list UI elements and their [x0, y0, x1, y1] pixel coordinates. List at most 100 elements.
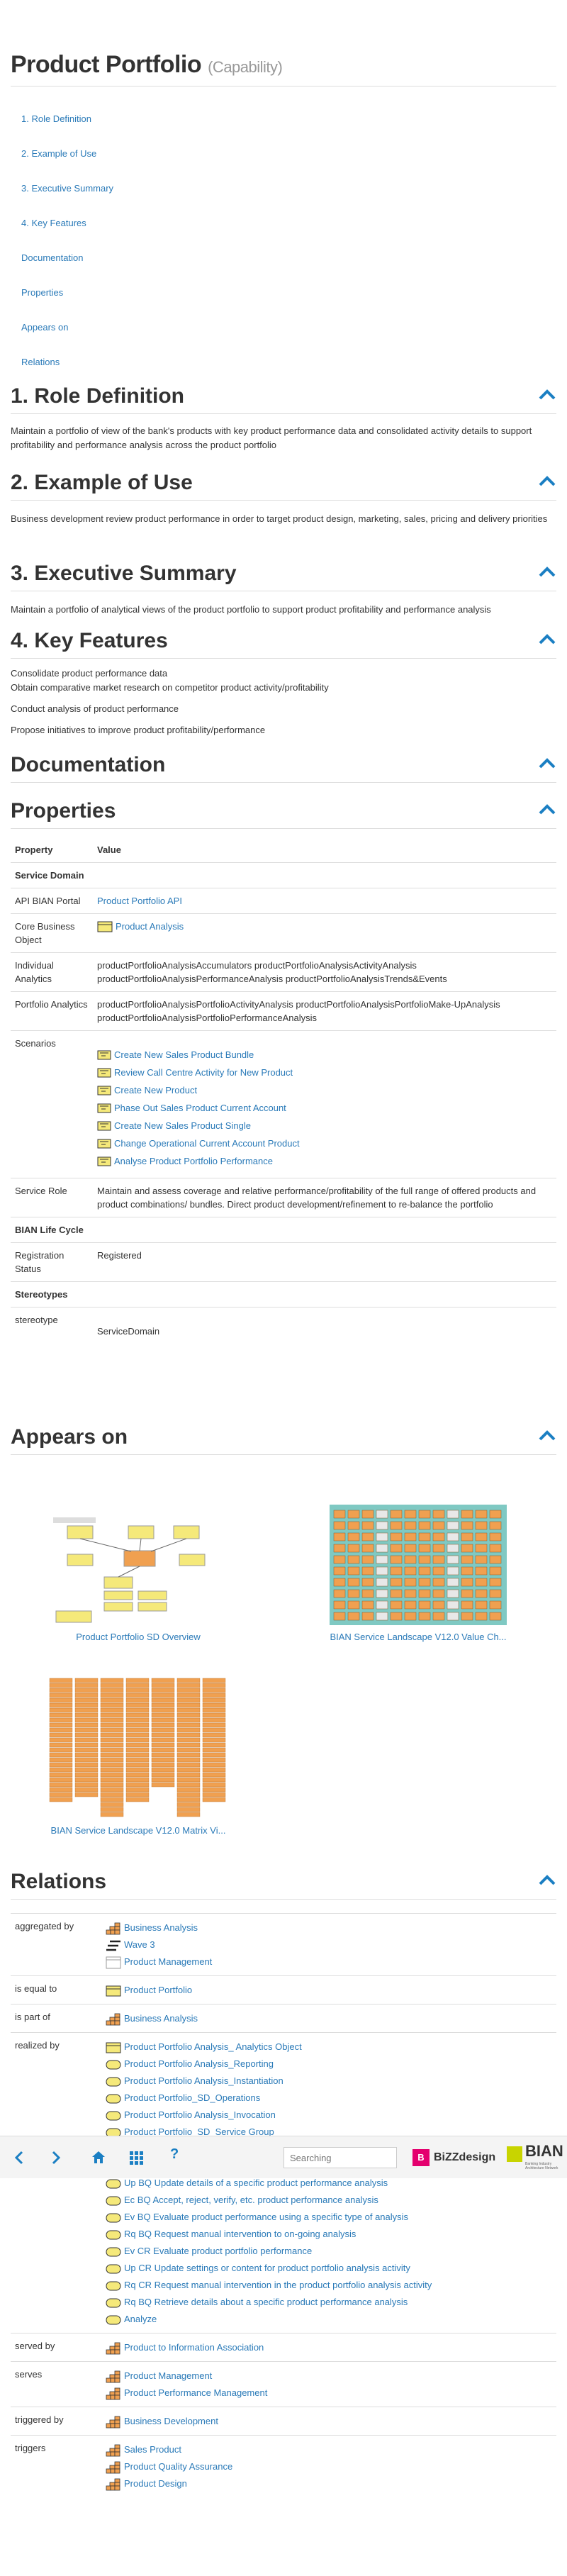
home-icon[interactable]	[91, 2149, 106, 2165]
matrix-cell	[151, 1782, 175, 1788]
toc-link-role[interactable]: 1. Role Definition	[21, 113, 113, 148]
api-portal-link[interactable]: Product Portfolio API	[97, 896, 182, 906]
relation-target-link[interactable]: Product Quality Assurance	[124, 2461, 232, 2472]
matrix-cell	[151, 1707, 175, 1713]
toc-link-summary[interactable]: 3. Executive Summary	[21, 183, 113, 218]
relation-target-link[interactable]: Product Portfolio Analysis_ Analytics Ob…	[124, 2041, 302, 2052]
matrix-cell	[74, 1782, 99, 1788]
matrix-cell	[100, 1727, 124, 1733]
scenario-link[interactable]: Review Call Centre Activity for New Prod…	[114, 1067, 293, 1078]
relation-target-link[interactable]: Ev CR Evaluate product portfolio perform…	[124, 2246, 312, 2256]
relation-target-link[interactable]: Product Management	[124, 1956, 212, 1967]
view-card-title[interactable]: BIAN Service Landscape V12.0 Matrix Vi..…	[51, 1825, 226, 1836]
relation-target-link[interactable]: Business Development	[124, 2416, 218, 2426]
relation-target-link[interactable]: Rq CR Request manual intervention in the…	[124, 2280, 432, 2290]
relation-target-link[interactable]: Analyze	[124, 2314, 157, 2324]
scenario-link[interactable]: Analyse Product Portfolio Performance	[114, 1156, 273, 1166]
relation-target-link[interactable]: Business Analysis	[124, 1922, 198, 1933]
matrix-cell	[100, 1782, 124, 1788]
chevron-up-icon[interactable]	[538, 474, 556, 488]
search-input[interactable]	[284, 2147, 397, 2168]
section-title: 2. Example of Use	[11, 471, 193, 494]
view-card-matrix[interactable]: BIAN Service Landscape V12.0 Matrix Vi..…	[43, 1677, 234, 1836]
property-key: Individual Analytics	[11, 952, 93, 991]
business-service-icon	[106, 2264, 121, 2274]
relation-target-link[interactable]: Product Portfolio Analysis_Reporting	[124, 2058, 274, 2069]
view-card-overview[interactable]: Product Portfolio SD Overview	[53, 1512, 223, 1642]
toc-link-features[interactable]: 4. Key Features	[21, 218, 113, 252]
view-card-value-chain[interactable]: BIAN Service Landscape V12.0 Value Ch...	[330, 1505, 507, 1642]
matrix-cell	[100, 1717, 124, 1723]
chevron-up-icon[interactable]	[538, 756, 556, 770]
relation-targets: Business Analysis Wave 3 Product Managemen…	[106, 1919, 212, 1970]
matrix-cell	[151, 1702, 175, 1708]
toc-link-documentation[interactable]: Documentation	[21, 252, 113, 287]
matrix-cell	[100, 1767, 124, 1773]
chevron-up-icon[interactable]	[538, 387, 556, 401]
relation-target-link[interactable]: Product Design	[124, 2478, 187, 2489]
relation-target: Business Analysis	[106, 2010, 198, 2027]
landscape-cell	[333, 1600, 346, 1610]
relation-target-link[interactable]: Product Portfolio Analysis_Instantiation	[124, 2075, 284, 2086]
scenario-link[interactable]: Change Operational Current Account Produ…	[114, 1138, 300, 1149]
relation-target-link[interactable]: Product Portfolio	[124, 1985, 192, 1995]
chevron-up-icon[interactable]	[538, 564, 556, 579]
landscape-cell	[376, 1532, 388, 1541]
relation-target-link[interactable]: Product Portfolio_SD_Operations	[124, 2092, 260, 2103]
chevron-up-icon[interactable]	[538, 1873, 556, 1887]
matrix-cell	[125, 1717, 150, 1723]
chevron-up-icon[interactable]	[538, 632, 556, 646]
matrix-cell	[176, 1697, 201, 1703]
relation-target-link[interactable]: Product Portfolio Analysis_Invocation	[124, 2109, 276, 2120]
chevron-up-icon[interactable]	[538, 802, 556, 816]
scenario-link[interactable]: Create New Sales Product Bundle	[114, 1049, 254, 1060]
matrix-cell	[202, 1737, 226, 1743]
scenario-item: Create New Product	[97, 1083, 552, 1101]
landscape-cell	[347, 1555, 360, 1564]
relation-target-link[interactable]: Up BQ Update details of a specific produ…	[124, 2178, 388, 2188]
matrix-cell	[100, 1787, 124, 1792]
landscape-cell	[432, 1566, 445, 1576]
relation-target-link[interactable]: Ev BQ Evaluate product performance using…	[124, 2212, 408, 2222]
toc-link-appears[interactable]: Appears on	[21, 322, 113, 357]
business-event-icon	[97, 1139, 111, 1149]
relation-target-link[interactable]: Sales Product	[124, 2444, 181, 2455]
relation-type: served by	[15, 2341, 55, 2351]
relation-target-link[interactable]: Business Analysis	[124, 2013, 198, 2024]
scenario-link[interactable]: Phase Out Sales Product Current Account	[114, 1103, 286, 1113]
matrix-cell	[151, 1678, 175, 1683]
matrix-cell	[74, 1752, 99, 1758]
relation-target-link[interactable]: Rq BQ Request manual intervention to on-…	[124, 2229, 356, 2239]
toc-link-properties[interactable]: Properties	[21, 287, 113, 322]
core-business-object-link[interactable]: Product Analysis	[116, 921, 184, 932]
scenario-link[interactable]: Create New Sales Product Single	[114, 1120, 251, 1131]
relation-target-link[interactable]: Product to Information Association	[124, 2342, 264, 2353]
matrix-cell	[151, 1697, 175, 1703]
help-icon[interactable]: ?	[170, 2146, 179, 2163]
forward-arrow-icon[interactable]	[51, 2151, 61, 2165]
back-arrow-icon[interactable]	[14, 2151, 24, 2165]
landscape-cell	[361, 1612, 374, 1621]
relation-target-link[interactable]: Up CR Update settings or content for pro…	[124, 2263, 410, 2273]
capability-icon	[106, 1922, 120, 1934]
grid-menu-icon[interactable]	[129, 2151, 143, 2165]
relation-target-link[interactable]: Product Management	[124, 2370, 212, 2381]
landscape-cell	[333, 1578, 346, 1587]
section-title: 4. Key Features	[11, 629, 168, 652]
toc-link-example[interactable]: 2. Example of Use	[21, 148, 113, 183]
relation-target-link[interactable]: Product Performance Management	[124, 2387, 267, 2398]
view-card-title[interactable]: BIAN Service Landscape V12.0 Value Ch...	[330, 1632, 506, 1642]
section-title: 3. Executive Summary	[11, 562, 237, 585]
matrix-cell	[74, 1762, 99, 1768]
scenario-item: Review Call Centre Activity for New Prod…	[97, 1066, 552, 1083]
relation-target-link[interactable]: Ec BQ Accept, reject, verify, etc. produ…	[124, 2195, 378, 2205]
chevron-up-icon[interactable]	[538, 1428, 556, 1442]
matrix-cell	[125, 1782, 150, 1788]
matrix-cell	[176, 1737, 201, 1743]
scenario-link[interactable]: Create New Product	[114, 1085, 197, 1095]
business-service-icon	[106, 2179, 121, 2189]
relation-target-link[interactable]: Wave 3	[124, 1939, 155, 1950]
relation-target-link[interactable]: Rq BQ Retrieve details about a specific …	[124, 2297, 408, 2307]
view-card-title[interactable]: Product Portfolio SD Overview	[76, 1632, 201, 1642]
matrix-cell	[74, 1757, 99, 1763]
